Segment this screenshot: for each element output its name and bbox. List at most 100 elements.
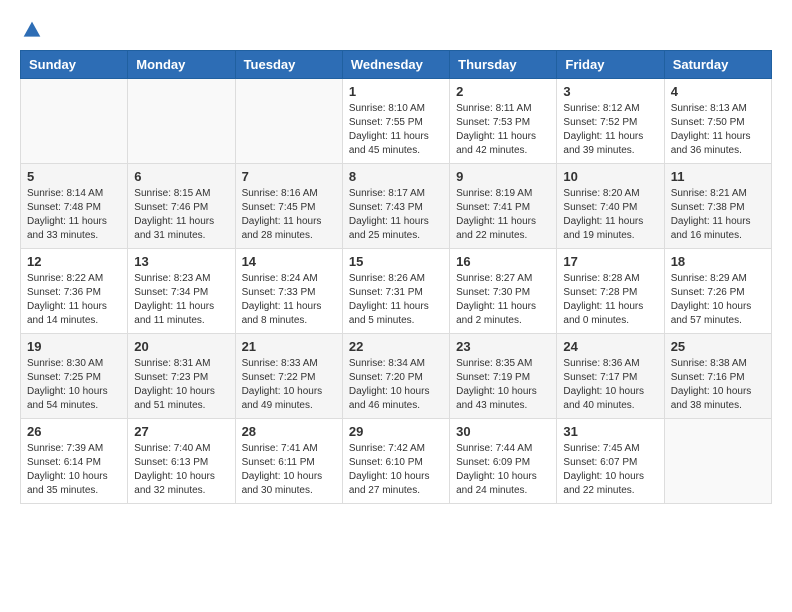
calendar-cell: 3Sunrise: 8:12 AM Sunset: 7:52 PM Daylig… <box>557 79 664 164</box>
day-info: Sunrise: 8:27 AM Sunset: 7:30 PM Dayligh… <box>456 272 550 328</box>
day-info: Sunrise: 8:30 AM Sunset: 7:25 PM Dayligh… <box>27 357 121 413</box>
day-number: 13 <box>134 254 228 269</box>
calendar-cell: 4 Sunrise: 8:13 AM Sunset: 7:50 PM Daylig… <box>664 79 771 164</box>
calendar-week-row: 12Sunrise: 8:22 AM Sunset: 7:36 PM Dayli… <box>21 249 772 334</box>
calendar-cell <box>664 419 771 504</box>
calendar-cell: 15Sunrise: 8:26 AM Sunset: 7:31 PM Dayli… <box>342 249 449 334</box>
calendar-week-row: 5 Sunrise: 8:14 AM Sunset: 7:48 PM Daylig… <box>21 164 772 249</box>
day-info: Sunrise: 8:15 AM Sunset: 7:46 PM Dayligh… <box>134 187 228 243</box>
day-info: Sunrise: 8:17 AM Sunset: 7:43 PM Dayligh… <box>349 187 443 243</box>
calendar-cell: 17 Sunrise: 8:28 AM Sunset: 7:28 PM Dayli… <box>557 249 664 334</box>
day-number: 17 <box>563 254 657 269</box>
calendar-cell: 18 Sunrise: 8:29 AM Sunset: 7:26 PM Dayli… <box>664 249 771 334</box>
calendar-cell: 5 Sunrise: 8:14 AM Sunset: 7:48 PM Daylig… <box>21 164 128 249</box>
calendar-cell: 9Sunrise: 8:19 AM Sunset: 7:41 PM Daylig… <box>450 164 557 249</box>
day-info: Sunrise: 7:45 AM Sunset: 6:07 PM Dayligh… <box>563 442 657 498</box>
day-number: 11 <box>671 169 765 184</box>
calendar-header-thursday: Thursday <box>450 51 557 79</box>
calendar-cell: 6 Sunrise: 8:15 AM Sunset: 7:46 PM Daylig… <box>128 164 235 249</box>
calendar-cell: 8 Sunrise: 8:17 AM Sunset: 7:43 PM Daylig… <box>342 164 449 249</box>
day-info: Sunrise: 7:40 AM Sunset: 6:13 PM Dayligh… <box>134 442 228 498</box>
day-info: Sunrise: 8:24 AM Sunset: 7:33 PM Dayligh… <box>242 272 336 328</box>
day-info: Sunrise: 8:22 AM Sunset: 7:36 PM Dayligh… <box>27 272 121 328</box>
day-info: Sunrise: 8:16 AM Sunset: 7:45 PM Dayligh… <box>242 187 336 243</box>
day-info: Sunrise: 8:14 AM Sunset: 7:48 PM Dayligh… <box>27 187 121 243</box>
calendar-cell: 14 Sunrise: 8:24 AM Sunset: 7:33 PM Dayli… <box>235 249 342 334</box>
logo <box>20 20 42 40</box>
day-info: Sunrise: 7:44 AM Sunset: 6:09 PM Dayligh… <box>456 442 550 498</box>
day-info: Sunrise: 7:42 AM Sunset: 6:10 PM Dayligh… <box>349 442 443 498</box>
day-number: 8 <box>349 169 443 184</box>
logo-icon <box>22 20 42 40</box>
calendar-week-row: 1 Sunrise: 8:10 AM Sunset: 7:55 PM Daylig… <box>21 79 772 164</box>
calendar-cell: 12Sunrise: 8:22 AM Sunset: 7:36 PM Dayli… <box>21 249 128 334</box>
day-number: 19 <box>27 339 121 354</box>
calendar-cell: 13 Sunrise: 8:23 AM Sunset: 7:34 PM Dayli… <box>128 249 235 334</box>
calendar-cell: 26 Sunrise: 7:39 AM Sunset: 6:14 PM Dayli… <box>21 419 128 504</box>
calendar-header-tuesday: Tuesday <box>235 51 342 79</box>
day-info: Sunrise: 8:31 AM Sunset: 7:23 PM Dayligh… <box>134 357 228 413</box>
calendar-cell <box>235 79 342 164</box>
day-number: 20 <box>134 339 228 354</box>
calendar-header-wednesday: Wednesday <box>342 51 449 79</box>
day-number: 4 <box>671 84 765 99</box>
day-info: Sunrise: 8:23 AM Sunset: 7:34 PM Dayligh… <box>134 272 228 328</box>
calendar-cell: 2Sunrise: 8:11 AM Sunset: 7:53 PM Daylig… <box>450 79 557 164</box>
calendar-cell: 1 Sunrise: 8:10 AM Sunset: 7:55 PM Daylig… <box>342 79 449 164</box>
day-number: 22 <box>349 339 443 354</box>
day-number: 5 <box>27 169 121 184</box>
day-number: 24 <box>563 339 657 354</box>
calendar-cell: 22Sunrise: 8:34 AM Sunset: 7:20 PM Dayli… <box>342 334 449 419</box>
day-number: 6 <box>134 169 228 184</box>
day-number: 10 <box>563 169 657 184</box>
day-number: 16 <box>456 254 550 269</box>
day-info: Sunrise: 8:26 AM Sunset: 7:31 PM Dayligh… <box>349 272 443 328</box>
day-info: Sunrise: 8:13 AM Sunset: 7:50 PM Dayligh… <box>671 102 765 158</box>
calendar-week-row: 26 Sunrise: 7:39 AM Sunset: 6:14 PM Dayli… <box>21 419 772 504</box>
day-info: Sunrise: 7:39 AM Sunset: 6:14 PM Dayligh… <box>27 442 121 498</box>
day-number: 31 <box>563 424 657 439</box>
calendar-cell: 19 Sunrise: 8:30 AM Sunset: 7:25 PM Dayli… <box>21 334 128 419</box>
calendar-cell: 29 Sunrise: 7:42 AM Sunset: 6:10 PM Dayli… <box>342 419 449 504</box>
day-info: Sunrise: 8:10 AM Sunset: 7:55 PM Dayligh… <box>349 102 443 158</box>
calendar-cell: 27 Sunrise: 7:40 AM Sunset: 6:13 PM Dayli… <box>128 419 235 504</box>
calendar-header-monday: Monday <box>128 51 235 79</box>
calendar-cell: 21 Sunrise: 8:33 AM Sunset: 7:22 PM Dayli… <box>235 334 342 419</box>
day-number: 7 <box>242 169 336 184</box>
calendar-cell: 25Sunrise: 8:38 AM Sunset: 7:16 PM Dayli… <box>664 334 771 419</box>
day-info: Sunrise: 8:36 AM Sunset: 7:17 PM Dayligh… <box>563 357 657 413</box>
calendar-header-sunday: Sunday <box>21 51 128 79</box>
day-info: Sunrise: 8:33 AM Sunset: 7:22 PM Dayligh… <box>242 357 336 413</box>
day-number: 29 <box>349 424 443 439</box>
day-info: Sunrise: 8:35 AM Sunset: 7:19 PM Dayligh… <box>456 357 550 413</box>
calendar-cell <box>128 79 235 164</box>
day-info: Sunrise: 8:19 AM Sunset: 7:41 PM Dayligh… <box>456 187 550 243</box>
calendar-cell: 11 Sunrise: 8:21 AM Sunset: 7:38 PM Dayli… <box>664 164 771 249</box>
day-number: 28 <box>242 424 336 439</box>
day-number: 21 <box>242 339 336 354</box>
day-info: Sunrise: 8:21 AM Sunset: 7:38 PM Dayligh… <box>671 187 765 243</box>
day-number: 18 <box>671 254 765 269</box>
day-info: Sunrise: 8:38 AM Sunset: 7:16 PM Dayligh… <box>671 357 765 413</box>
day-number: 30 <box>456 424 550 439</box>
calendar-week-row: 19 Sunrise: 8:30 AM Sunset: 7:25 PM Dayli… <box>21 334 772 419</box>
day-info: Sunrise: 7:41 AM Sunset: 6:11 PM Dayligh… <box>242 442 336 498</box>
day-info: Sunrise: 8:11 AM Sunset: 7:53 PM Dayligh… <box>456 102 550 158</box>
calendar-cell: 24 Sunrise: 8:36 AM Sunset: 7:17 PM Dayli… <box>557 334 664 419</box>
calendar-cell: 20 Sunrise: 8:31 AM Sunset: 7:23 PM Dayli… <box>128 334 235 419</box>
calendar-table: SundayMondayTuesdayWednesdayThursdayFrid… <box>20 50 772 504</box>
day-info: Sunrise: 8:29 AM Sunset: 7:26 PM Dayligh… <box>671 272 765 328</box>
calendar-cell: 16 Sunrise: 8:27 AM Sunset: 7:30 PM Dayli… <box>450 249 557 334</box>
day-info: Sunrise: 8:28 AM Sunset: 7:28 PM Dayligh… <box>563 272 657 328</box>
day-number: 3 <box>563 84 657 99</box>
day-number: 23 <box>456 339 550 354</box>
day-number: 14 <box>242 254 336 269</box>
calendar-cell: 23 Sunrise: 8:35 AM Sunset: 7:19 PM Dayli… <box>450 334 557 419</box>
calendar-cell: 10Sunrise: 8:20 AM Sunset: 7:40 PM Dayli… <box>557 164 664 249</box>
calendar-cell: 30 Sunrise: 7:44 AM Sunset: 6:09 PM Dayli… <box>450 419 557 504</box>
day-number: 26 <box>27 424 121 439</box>
calendar-header-row: SundayMondayTuesdayWednesdayThursdayFrid… <box>21 51 772 79</box>
calendar-cell: 31 Sunrise: 7:45 AM Sunset: 6:07 PM Dayli… <box>557 419 664 504</box>
day-number: 27 <box>134 424 228 439</box>
day-number: 1 <box>349 84 443 99</box>
